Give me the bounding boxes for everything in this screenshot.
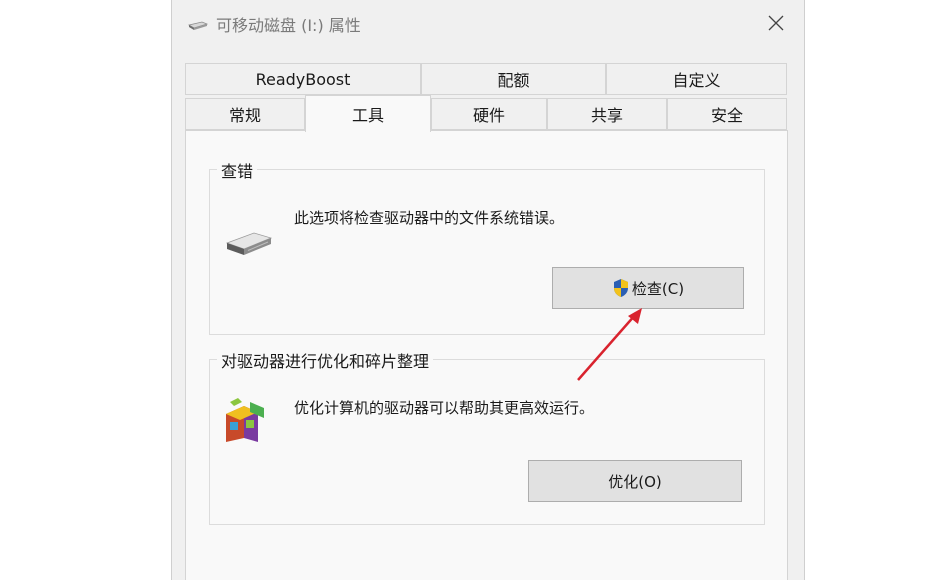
optimize-group-title: 对驱动器进行优化和碎片整理 — [217, 348, 434, 372]
title-bar: 可移动磁盘 (I:) 属性 — [172, 0, 804, 46]
properties-window: 可移动磁盘 (I:) 属性 ReadyBoost 配额 自定义 常规 工具 硬件… — [171, 0, 805, 580]
tools-panel: 查错 此选项将检查驱动器中的文件系统错误。 检查(C) 对驱动器进行优化和碎片整… — [185, 130, 788, 580]
tab-label: 常规 — [228, 106, 261, 125]
tab-label: 自定义 — [672, 71, 721, 90]
uac-shield-icon — [613, 279, 628, 297]
tab-tools[interactable]: 工具 — [305, 95, 431, 132]
tab-label: 安全 — [710, 106, 743, 125]
tab-hardware[interactable]: 硬件 — [431, 98, 547, 130]
removable-drive-icon — [188, 21, 208, 30]
tab-label: 工具 — [351, 106, 384, 125]
tab-quota[interactable]: 配额 — [421, 63, 606, 95]
optimize-description: 优化计算机的驱动器可以帮助其更高效运行。 — [294, 399, 595, 417]
annotation-arrow-icon — [577, 308, 642, 381]
error-check-group-title: 查错 — [217, 158, 258, 182]
tab-customize[interactable]: 自定义 — [606, 63, 787, 95]
defrag-icon — [226, 398, 264, 442]
close-icon — [768, 15, 784, 31]
tab-readyboost[interactable]: ReadyBoost — [185, 63, 421, 95]
optimize-button[interactable]: 优化(O) — [528, 460, 742, 502]
window-title: 可移动磁盘 (I:) 属性 — [216, 16, 361, 35]
optimize-button-label: 优化(O) — [608, 472, 662, 491]
error-check-group — [209, 169, 765, 335]
error-check-description: 此选项将检查驱动器中的文件系统错误。 — [294, 209, 565, 227]
tab-label: 共享 — [590, 106, 623, 125]
tab-sharing[interactable]: 共享 — [547, 98, 667, 130]
tab-label: 硬件 — [472, 106, 505, 125]
tab-general[interactable]: 常规 — [185, 98, 305, 130]
close-button[interactable] — [758, 8, 794, 38]
tab-label: ReadyBoost — [255, 69, 351, 89]
tab-label: 配额 — [497, 71, 530, 90]
tab-security[interactable]: 安全 — [667, 98, 787, 130]
drive-icon — [225, 232, 273, 255]
check-button-label: 检查(C) — [631, 279, 685, 298]
